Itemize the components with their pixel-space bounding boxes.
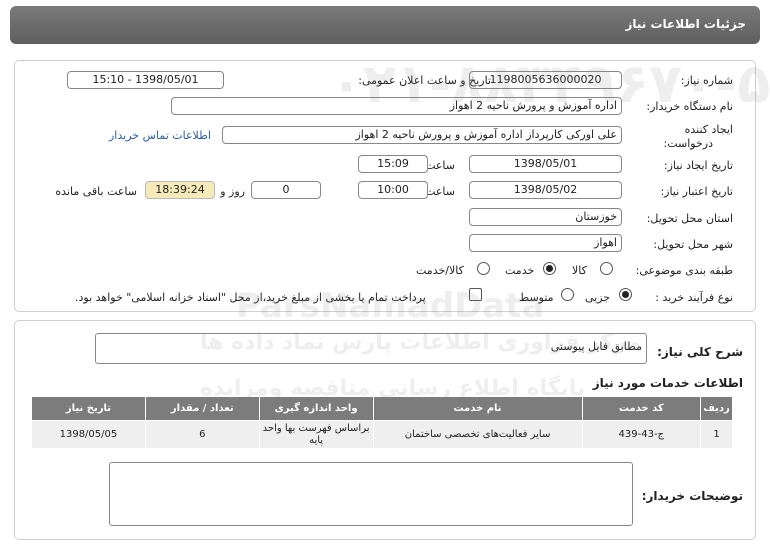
need-details-panel: شرح کلی نیاز: مطابق فایل پیوستی اطلاعات … — [14, 320, 756, 540]
cell-row-number: 1 — [700, 420, 733, 449]
services-header-row: ردیف کد خدمت نام خدمت واحد اندازه گیری ت… — [31, 396, 733, 421]
treasury-payment-note: پرداخت تمام یا بخشی از مبلغ خرید،از محل … — [75, 291, 426, 304]
buyer-notes-label: توضیحات خریدار: — [641, 489, 743, 503]
created-date-label: تاریخ ایجاد نیاز: — [663, 159, 733, 172]
buyer-notes-box — [109, 462, 633, 526]
buyer-label: نام دستگاه خریدار: — [646, 100, 733, 113]
category-radio-goods[interactable] — [600, 262, 613, 275]
process-radio-minor[interactable] — [619, 288, 632, 301]
creator-label-line1: ایجاد کننده — [684, 123, 733, 136]
column-header-need-date: تاریخ نیاز — [31, 396, 146, 421]
column-header-service-code: کد خدمت — [581, 396, 702, 421]
cell-service-code: ج-43-439 — [581, 420, 702, 449]
buyer-contact-link[interactable]: اطلاعات تماس خریدار — [109, 129, 211, 142]
category-radio-service[interactable] — [543, 262, 556, 275]
need-info-panel: شماره نیاز: 1198005636000020 تاریخ و ساع… — [14, 60, 756, 312]
description-label: شرح کلی نیاز: — [657, 345, 743, 359]
category-option-goods-service: کالا/خدمت — [416, 264, 464, 277]
created-time-field: 15:09 — [358, 155, 428, 173]
column-header-row-number: ردیف — [700, 396, 733, 421]
category-option-service: خدمت — [505, 264, 535, 277]
column-header-unit: واحد اندازه گیری — [258, 396, 374, 421]
process-label: نوع فرآیند خرید : — [655, 291, 733, 304]
category-label: طبقه بندی موضوعی: — [635, 264, 733, 277]
services-table: ردیف کد خدمت نام خدمت واحد اندازه گیری ت… — [31, 396, 733, 449]
validity-time-field: 10:00 — [358, 181, 428, 199]
city-field: اهواز — [469, 234, 622, 252]
description-box: مطابق فایل پیوستی — [95, 333, 647, 364]
days-label: روز و — [220, 185, 245, 198]
treasury-payment-checkbox[interactable] — [469, 288, 482, 301]
cell-need-date: 1398/05/05 — [31, 420, 146, 449]
validity-date-label: تاریخ اعتبار نیاز: — [660, 185, 733, 198]
process-option-minor: جزیی — [585, 291, 611, 304]
process-radio-medium[interactable] — [561, 288, 574, 301]
province-label: استان محل تحویل: — [646, 212, 733, 225]
remaining-days-field: 0 — [251, 181, 321, 199]
need-number-label: شماره نیاز: — [680, 74, 733, 87]
creator-field: علی اورکی کارپرداز اداره آموزش و پرورش ن… — [222, 126, 622, 144]
created-date-field: 1398/05/01 — [469, 155, 622, 173]
city-label: شهر محل تحویل: — [653, 238, 733, 251]
validity-date-field: 1398/05/02 — [469, 181, 622, 199]
page-title: جزئیات اطلاعات نیاز — [625, 17, 746, 31]
buyer-field: اداره آموزش و پرورش ناحیه 2 اهواز — [171, 97, 622, 115]
table-row: 1 ج-43-439 سایر فعالیت‌های تخصصی ساختمان… — [31, 420, 733, 449]
remaining-time-field: 18:39:24 — [145, 181, 215, 199]
page-header: جزئیات اطلاعات نیاز — [10, 6, 760, 44]
announce-datetime-field: 1398/05/01 - 15:10 — [67, 71, 224, 89]
cell-quantity: 6 — [144, 420, 260, 449]
column-header-quantity: تعداد / مقدار — [144, 396, 260, 421]
validity-time-label: ساعت — [425, 185, 455, 198]
process-option-medium: متوسط — [519, 291, 554, 304]
need-number-field: 1198005636000020 — [469, 71, 622, 89]
category-radio-goods-service[interactable] — [477, 262, 490, 275]
services-title: اطلاعات خدمات مورد نیاز — [592, 376, 743, 390]
province-field: خوزستان — [469, 208, 622, 226]
announce-label: تاریخ و ساعت اعلان عمومی: — [358, 74, 491, 87]
remaining-time-label: ساعت باقی مانده — [55, 185, 137, 198]
cell-unit: براساس فهرست بها واحد پایه — [258, 420, 374, 449]
cell-service-name: سایر فعالیت‌های تخصصی ساختمان — [372, 420, 583, 449]
creator-label-line2: درخواست: — [663, 137, 713, 150]
created-time-label: ساعت — [425, 159, 455, 172]
column-header-service-name: نام خدمت — [372, 396, 583, 421]
category-option-goods: کالا — [572, 264, 587, 277]
description-text: مطابق فایل پیوستی — [550, 340, 642, 353]
